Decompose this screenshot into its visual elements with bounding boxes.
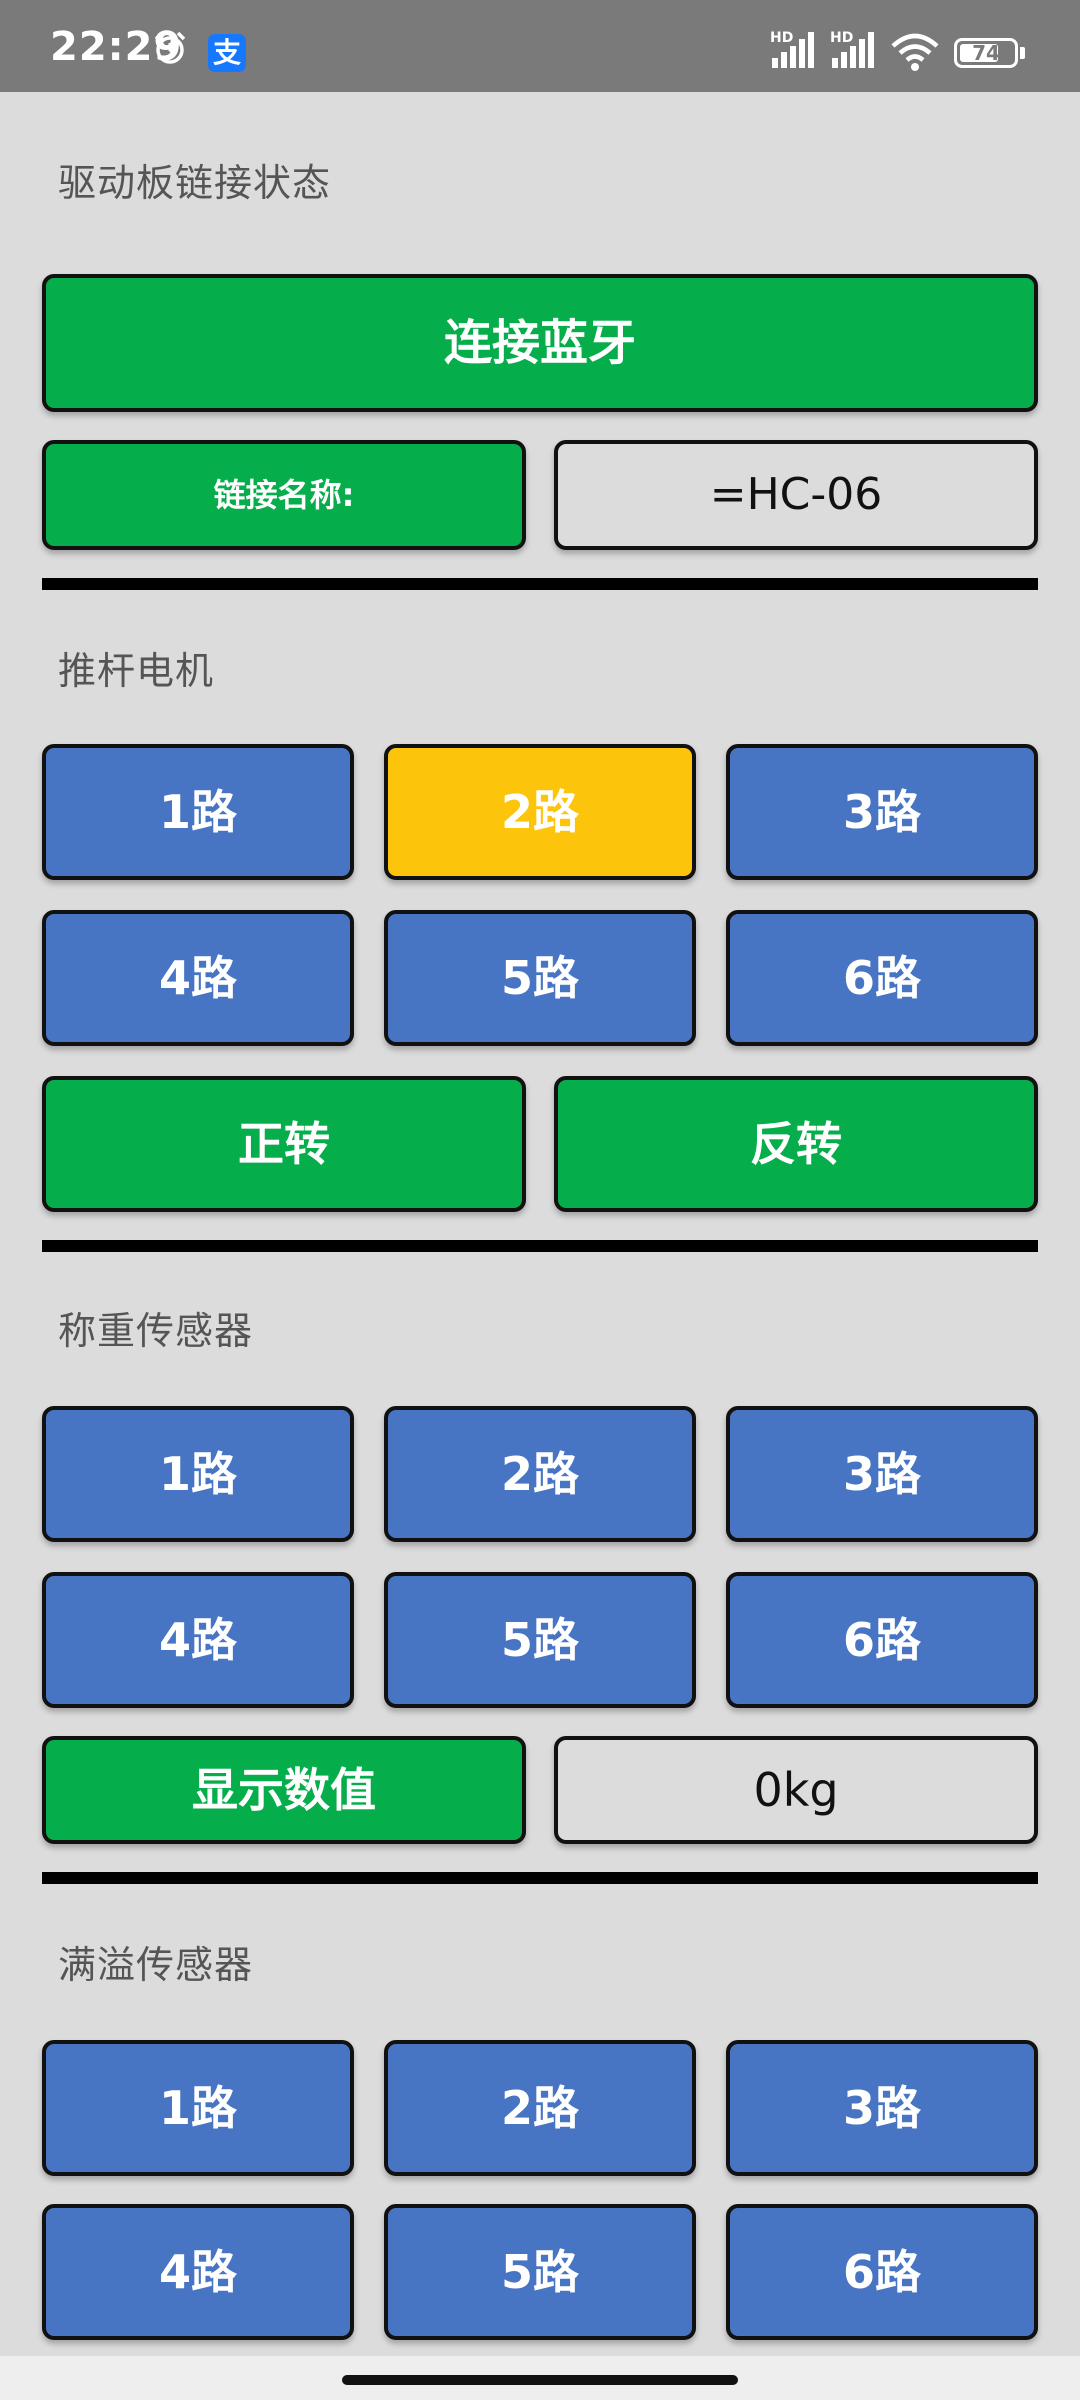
link-name-value: =HC-06 (554, 440, 1038, 550)
weight-sensor-channel-6-button[interactable]: 6路 (726, 1572, 1038, 1708)
signal-strength-icon: HD (770, 30, 818, 70)
overflow-sensor-channel-2-button[interactable]: 2路 (384, 2040, 696, 2176)
battery-tip (1020, 47, 1025, 59)
weight-sensor-channel-2-button[interactable]: 2路 (384, 1406, 696, 1542)
link-name-label: 链接名称: (42, 440, 526, 550)
push-motor-channel-6-button[interactable]: 6路 (726, 910, 1038, 1046)
overflow-sensor-channel-4-button[interactable]: 4路 (42, 2204, 354, 2340)
section-title-weight-sensor: 称重传感器 (58, 1309, 254, 1353)
push-motor-channel-4-button[interactable]: 4路 (42, 910, 354, 1046)
reverse-button[interactable]: 反转 (554, 1076, 1038, 1212)
overflow-sensor-channel-6-button[interactable]: 6路 (726, 2204, 1038, 2340)
battery-level: 74 (972, 41, 1000, 65)
status-bar: 22:29 支 HD HD 74 (0, 0, 1080, 92)
overflow-sensor-channel-1-button[interactable]: 1路 (42, 2040, 354, 2176)
weight-sensor-channel-1-button[interactable]: 1路 (42, 1406, 354, 1542)
section-title-board-status: 驱动板链接状态 (58, 161, 332, 205)
push-motor-channel-3-button[interactable]: 3路 (726, 744, 1038, 880)
section-divider (42, 1872, 1038, 1884)
weight-sensor-channel-4-button[interactable]: 4路 (42, 1572, 354, 1708)
section-divider (42, 578, 1038, 590)
section-divider (42, 1240, 1038, 1252)
section-title-overflow-sensor: 满溢传感器 (58, 1943, 254, 1987)
connect-bluetooth-button[interactable]: 连接蓝牙 (42, 274, 1038, 412)
weight-value-display: 0kg (554, 1736, 1038, 1844)
battery-icon: 74 (954, 38, 1018, 68)
push-motor-channel-5-button[interactable]: 5路 (384, 910, 696, 1046)
signal-strength-icon: HD (830, 30, 878, 70)
weight-sensor-channel-5-button[interactable]: 5路 (384, 1572, 696, 1708)
show-value-button[interactable]: 显示数值 (42, 1736, 526, 1844)
overflow-sensor-channel-3-button[interactable]: 3路 (726, 2040, 1038, 2176)
alarm-clock-icon (154, 31, 186, 64)
push-motor-channel-2-button[interactable]: 2路 (384, 744, 696, 880)
wifi-icon (891, 33, 939, 71)
push-motor-channel-1-button[interactable]: 1路 (42, 744, 354, 880)
overflow-sensor-channel-5-button[interactable]: 5路 (384, 2204, 696, 2340)
alipay-icon: 支 (208, 34, 246, 72)
home-indicator[interactable] (342, 2375, 738, 2385)
forward-button[interactable]: 正转 (42, 1076, 526, 1212)
section-title-push-motor: 推杆电机 (58, 649, 215, 693)
weight-sensor-channel-3-button[interactable]: 3路 (726, 1406, 1038, 1542)
